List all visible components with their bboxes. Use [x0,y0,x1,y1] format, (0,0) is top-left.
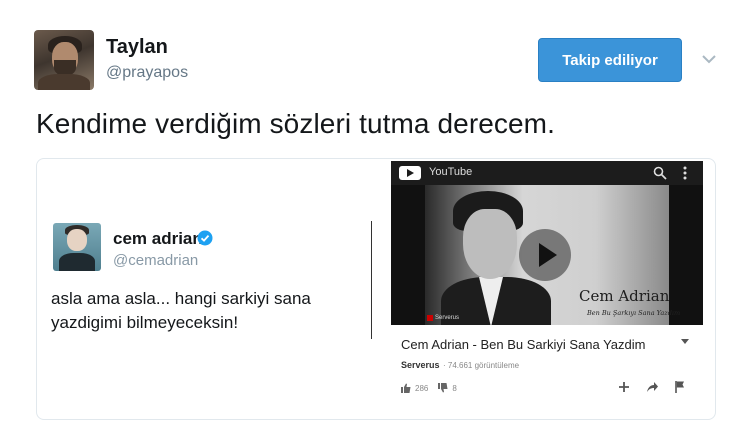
like-count: 286 [415,383,429,393]
video-overlay-artist: Cem Adrian [579,287,670,305]
video-channel: Serverus [401,360,440,370]
add-icon [619,382,629,392]
search-icon [653,166,667,180]
play-icon [519,229,571,281]
thumbs-down-icon [438,383,448,393]
expand-icon [681,339,689,344]
chevron-down-icon[interactable] [700,50,718,68]
youtube-logo-icon [399,166,421,180]
quoted-text: asla ama asla... hangi sarkiyi sana yazd… [51,289,311,332]
like-dislike-row: 286 8 [401,382,457,394]
tweet-header: Taylan @prayapos Takip ediliyor [34,30,724,92]
thumbs-up-icon [401,383,411,393]
video-info: Cem Adrian - Ben Bu Sarkiyi Sana Yazdim … [391,325,703,401]
verified-icon [197,230,213,246]
channel-logo-icon [427,315,433,321]
divider [371,221,372,339]
youtube-top-bar: YouTube [391,161,703,185]
video-views: · 74.661 görüntüleme [443,361,520,370]
author-handle[interactable]: @prayapos [106,64,188,82]
quoted-handle: @cemadrian [113,252,199,269]
video-thumbnail: Cem Adrian Ben Bu Şarkıyı Sana Yazdım Se… [391,185,703,325]
flag-icon [675,381,684,393]
youtube-screenshot: YouTube Cem Adrian Ben Bu Şarkıyı Sana Y… [391,161,703,401]
video-title: Cem Adrian - Ben Bu Sarkiyi Sana Yazdim [401,337,646,352]
share-icon [647,382,658,392]
video-overlay-song: Ben Bu Şarkıyı Sana Yazdım [587,309,681,317]
quoted-tweet-screenshot: cem adrian @cemadrian asla ama asla... h… [37,159,377,419]
author-name[interactable]: Taylan [106,36,168,59]
youtube-app-title: YouTube [429,166,473,178]
tweet-text: Kendime verdiğim sözleri tutma derecem. [36,108,555,139]
more-vertical-icon [683,166,687,180]
quoted-name: cem adrian [113,229,203,248]
dislike-count: 8 [452,383,457,393]
video-overlay-channel: Serverus [435,315,460,321]
following-button[interactable]: Takip ediliyor [538,38,682,82]
quoted-avatar [53,223,101,271]
tweet-media-card[interactable]: cem adrian @cemadrian asla ama asla... h… [36,158,716,420]
video-actions [617,380,687,394]
author-avatar[interactable] [34,30,94,90]
